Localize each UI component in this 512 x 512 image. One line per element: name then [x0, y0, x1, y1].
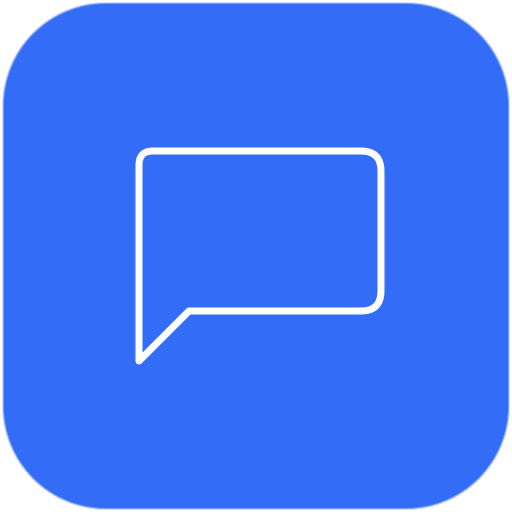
chat-bubble-outline [135, 147, 385, 365]
messages-app-icon[interactable] [2, 2, 510, 510]
chat-bubble-icon [135, 147, 385, 365]
icon-canvas [0, 0, 512, 512]
